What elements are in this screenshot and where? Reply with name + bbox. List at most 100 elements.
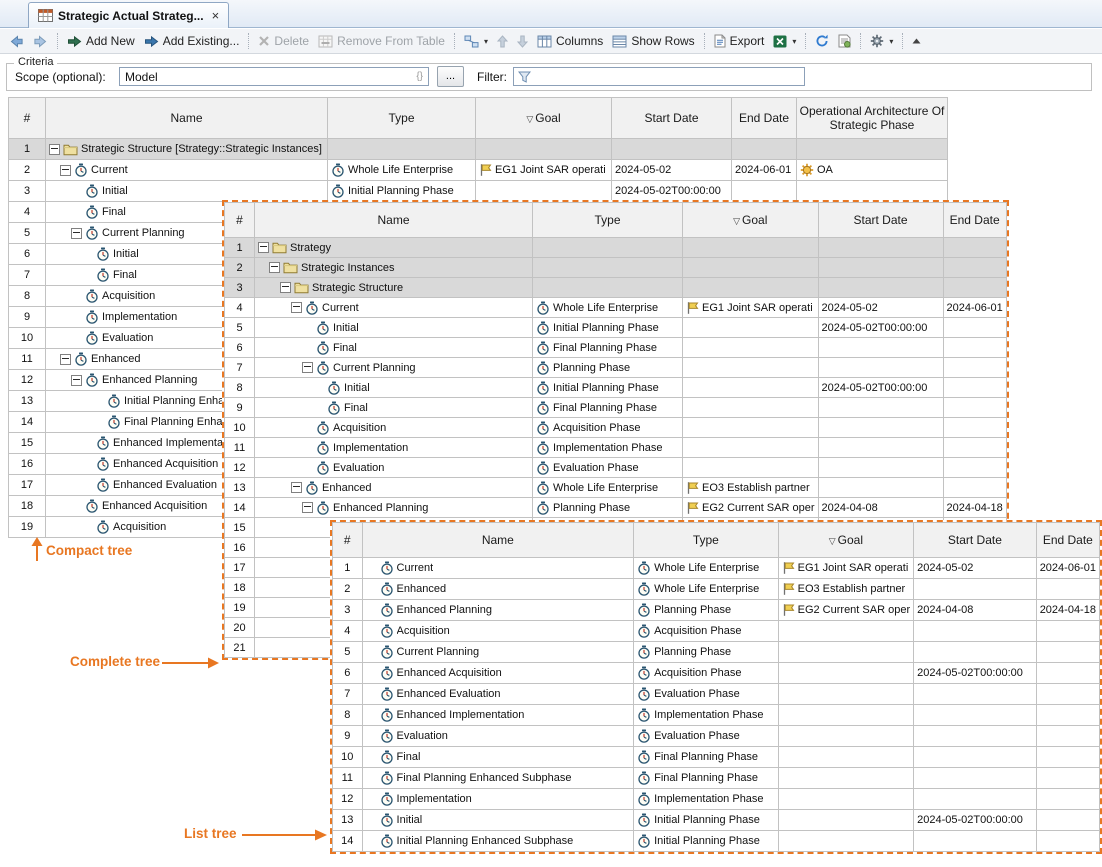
table-row[interactable]: 3Enhanced PlanningPlanning PhaseEG2 Curr… <box>333 600 1100 621</box>
goal-cell[interactable] <box>476 181 612 202</box>
tree-expander[interactable] <box>280 282 291 293</box>
name-cell[interactable]: Current <box>255 298 533 318</box>
goal-cell[interactable] <box>683 318 819 338</box>
scope-input[interactable]: Model {} <box>119 67 429 86</box>
goal-cell[interactable] <box>778 705 914 726</box>
end-date-cell[interactable] <box>1036 747 1099 768</box>
type-cell[interactable] <box>533 238 683 258</box>
end-date-cell[interactable] <box>1036 810 1099 831</box>
end-date-cell[interactable] <box>1036 831 1099 852</box>
display-related-button[interactable]: ▾ <box>460 33 492 50</box>
type-cell[interactable]: Initial Planning Phase <box>634 831 779 852</box>
type-cell[interactable] <box>328 139 476 160</box>
table-row[interactable]: 7Enhanced EvaluationEvaluation Phase <box>333 684 1100 705</box>
name-cell[interactable]: Initial <box>362 810 634 831</box>
goal-cell[interactable] <box>778 621 914 642</box>
export-button[interactable]: Export <box>710 32 769 50</box>
type-cell[interactable]: Whole Life Enterprise <box>634 558 779 579</box>
start-date-cell[interactable] <box>818 338 943 358</box>
name-cell[interactable]: Acquisition <box>255 418 533 438</box>
type-cell[interactable]: Initial Planning Phase <box>328 181 476 202</box>
end-date-cell[interactable] <box>1036 726 1099 747</box>
end-date-cell[interactable] <box>943 318 1006 338</box>
type-cell[interactable]: Acquisition Phase <box>634 621 779 642</box>
name-cell[interactable]: Current Planning <box>362 642 634 663</box>
name-cell[interactable]: Enhanced Planning <box>255 498 533 518</box>
report-button[interactable] <box>834 32 855 50</box>
end-date-cell[interactable] <box>943 278 1006 298</box>
move-up-button[interactable] <box>493 33 512 50</box>
end-date-cell[interactable] <box>1036 621 1099 642</box>
goal-cell[interactable] <box>683 458 819 478</box>
table-row[interactable]: 7Current PlanningPlanning Phase <box>225 358 1007 378</box>
table-row[interactable]: 5InitialInitial Planning Phase2024-05-02… <box>225 318 1007 338</box>
type-cell[interactable]: Final Planning Phase <box>634 768 779 789</box>
type-cell[interactable]: Final Planning Phase <box>533 398 683 418</box>
filter-input[interactable] <box>513 67 805 86</box>
type-cell[interactable]: Planning Phase <box>533 358 683 378</box>
end-date-cell[interactable] <box>732 181 797 202</box>
table-row[interactable]: 3Strategic Structure <box>225 278 1007 298</box>
table-row[interactable]: 2Strategic Instances <box>225 258 1007 278</box>
column-header-start-date[interactable]: Start Date <box>818 203 943 238</box>
type-cell[interactable]: Initial Planning Phase <box>634 810 779 831</box>
column-header-name[interactable]: Name <box>255 203 533 238</box>
end-date-cell[interactable] <box>943 478 1006 498</box>
goal-cell[interactable] <box>683 278 819 298</box>
tree-expander[interactable] <box>302 362 313 373</box>
table-row[interactable]: 1Strategic Structure [Strategy::Strategi… <box>9 139 948 160</box>
name-cell[interactable]: Acquisition <box>362 621 634 642</box>
table-row[interactable]: 4CurrentWhole Life EnterpriseEG1 Joint S… <box>225 298 1007 318</box>
column-header-num[interactable]: # <box>9 98 46 139</box>
start-date-cell[interactable] <box>612 139 732 160</box>
column-header-type[interactable]: Type <box>634 523 779 558</box>
tree-expander[interactable] <box>60 354 71 365</box>
column-header-end-date[interactable]: End Date <box>943 203 1006 238</box>
name-cell[interactable]: Final Planning Enhanced Subphase <box>362 768 634 789</box>
settings-gear-button[interactable]: ▾ <box>866 32 897 50</box>
tree-expander[interactable] <box>291 302 302 313</box>
name-cell[interactable]: Enhanced Acquisition <box>362 663 634 684</box>
column-header-end-date[interactable]: End Date <box>1036 523 1099 558</box>
name-cell[interactable]: Final <box>255 398 533 418</box>
end-date-cell[interactable] <box>1036 663 1099 684</box>
goal-cell[interactable] <box>778 831 914 852</box>
goal-cell[interactable]: EO3 Establish partner <box>778 579 914 600</box>
type-cell[interactable]: Whole Life Enterprise <box>533 298 683 318</box>
name-cell[interactable]: Implementation <box>255 438 533 458</box>
start-date-cell[interactable] <box>914 684 1037 705</box>
start-date-cell[interactable] <box>914 579 1037 600</box>
tree-expander[interactable] <box>269 262 280 273</box>
goal-cell[interactable] <box>778 747 914 768</box>
tree-expander[interactable] <box>49 144 60 155</box>
name-cell[interactable]: Initial <box>46 181 328 202</box>
type-cell[interactable]: Planning Phase <box>634 642 779 663</box>
delete-button[interactable]: Delete <box>254 32 313 50</box>
start-date-cell[interactable]: 2024-04-08 <box>818 498 943 518</box>
end-date-cell[interactable] <box>1036 789 1099 810</box>
start-date-cell[interactable] <box>914 621 1037 642</box>
goal-cell[interactable] <box>683 438 819 458</box>
table-row[interactable]: 9EvaluationEvaluation Phase <box>333 726 1100 747</box>
add-new-button[interactable]: Add New <box>63 32 139 50</box>
start-date-cell[interactable]: 2024-05-02T00:00:00 <box>914 663 1037 684</box>
nav-back-button[interactable] <box>5 33 28 50</box>
column-header-num[interactable]: # <box>225 203 255 238</box>
columns-button[interactable]: Columns <box>533 32 607 50</box>
start-date-cell[interactable] <box>818 238 943 258</box>
start-date-cell[interactable]: 2024-05-02 <box>914 558 1037 579</box>
goal-cell[interactable] <box>778 789 914 810</box>
type-cell[interactable]: Implementation Phase <box>533 438 683 458</box>
start-date-cell[interactable] <box>818 398 943 418</box>
goal-cell[interactable] <box>778 726 914 747</box>
table-row[interactable]: 14Initial Planning Enhanced SubphaseInit… <box>333 831 1100 852</box>
tree-expander[interactable] <box>258 242 269 253</box>
end-date-cell[interactable]: 2024-06-01 <box>1036 558 1099 579</box>
table-row[interactable]: 11Final Planning Enhanced SubphaseFinal … <box>333 768 1100 789</box>
name-cell[interactable]: Current <box>362 558 634 579</box>
type-cell[interactable]: Whole Life Enterprise <box>328 160 476 181</box>
table-row[interactable]: 13InitialInitial Planning Phase2024-05-0… <box>333 810 1100 831</box>
end-date-cell[interactable] <box>943 418 1006 438</box>
start-date-cell[interactable]: 2024-05-02T00:00:00 <box>612 181 732 202</box>
name-cell[interactable]: Enhanced Planning <box>362 600 634 621</box>
